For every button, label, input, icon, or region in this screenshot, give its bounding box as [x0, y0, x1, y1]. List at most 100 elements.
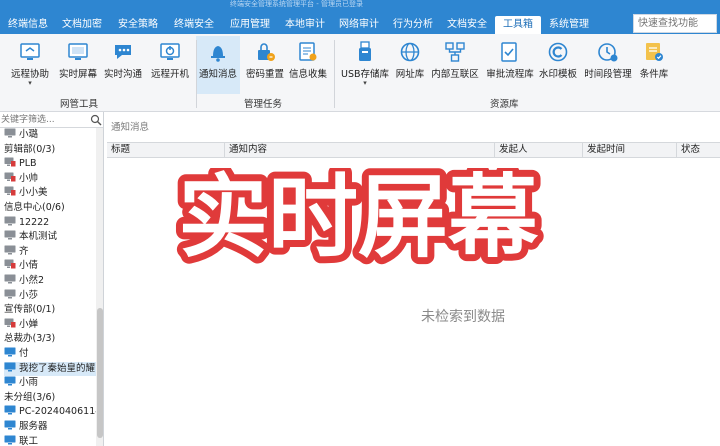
bell-icon	[211, 46, 225, 62]
menu-item[interactable]: 文档加密	[56, 16, 108, 34]
network-icon	[445, 42, 465, 62]
menu-item[interactable]: 系统管理	[544, 16, 594, 34]
top-menu-bar: 终端安全管理系统管理平台 - 管理员已登录 终端信息 文档加密 安全策略 终端安全 应用…	[0, 0, 720, 34]
monitor-online-icon	[4, 347, 16, 357]
menu-item[interactable]: 行为分析	[388, 16, 438, 34]
ribbon-button[interactable]: 水印模板	[536, 36, 580, 94]
ribbon-button[interactable]: 实时沟通	[102, 36, 144, 94]
ribbon-button[interactable]: 审批流程库	[484, 36, 536, 94]
tree-terminal[interactable]: 12222	[4, 216, 100, 231]
menu-item[interactable]: 应用管理	[224, 16, 276, 34]
ribbon-button-label: 条件库	[639, 69, 669, 80]
monitor-offline-icon	[4, 230, 16, 240]
notification-panel: 通知消息 标题 通知内容 发起人 发起时间 状态 未检索到数据	[105, 112, 720, 446]
tree-label: 小婵	[19, 318, 39, 330]
menu-item[interactable]: 文档安全	[442, 16, 492, 34]
chevron-down-icon[interactable]: ▾	[6, 80, 54, 87]
monitor-locked-icon	[4, 186, 16, 196]
monitor-online-icon	[4, 420, 16, 430]
tree-label: 小莎	[19, 289, 39, 301]
menu-item[interactable]: 终端信息	[2, 16, 54, 34]
ribbon-button[interactable]: USB存储库 ▾	[338, 36, 392, 94]
group-label-resource-lib: 资源库	[490, 99, 519, 110]
tree-terminal[interactable]: 小雨	[4, 376, 100, 391]
tree-terminal[interactable]: 我挖了秦始皇的耀	[4, 361, 100, 377]
tree-label: 服务器	[19, 421, 48, 432]
monitor-offline-icon	[4, 216, 16, 226]
column-header-title[interactable]: 标题	[107, 143, 225, 157]
window-title: 终端安全管理系统管理平台 - 管理员已登录	[230, 0, 363, 8]
password-reset-icon	[258, 43, 275, 61]
tree-terminal[interactable]: 小倩	[4, 259, 100, 274]
ribbon-button[interactable]: 时间段管理	[583, 36, 633, 94]
tree-terminal[interactable]: PLB	[4, 157, 100, 172]
page-title: 通知消息	[111, 122, 150, 133]
tree-terminal[interactable]: 小婵	[4, 318, 100, 333]
tree-label: 信息中心(0/6)	[4, 202, 65, 213]
tree-terminal[interactable]: 付	[4, 347, 100, 362]
tree-label: 小璐	[19, 129, 39, 140]
tree-terminal[interactable]: 小然2	[4, 274, 100, 289]
column-header-sender[interactable]: 发起人	[495, 143, 583, 157]
tree-terminal[interactable]: 服务器	[4, 420, 100, 435]
ribbon-button-label: 内部互联区	[431, 69, 479, 80]
ribbon-button[interactable]: 网址库	[392, 36, 428, 94]
tree-group[interactable]: 信息中心(0/6)	[4, 201, 100, 216]
menu-item[interactable]: 工具箱	[495, 16, 541, 34]
menu-item[interactable]: 本地审计	[280, 16, 330, 34]
ribbon-button-label: 信息收集	[288, 69, 327, 80]
ribbon-button-label: 网址库	[395, 69, 425, 80]
globe-icon	[400, 42, 420, 62]
tree-label: 总裁办(3/3)	[4, 333, 56, 345]
tree-group[interactable]: 未分组(3/6)	[4, 391, 100, 406]
watermark-icon	[548, 42, 568, 62]
remote-assist-icon	[20, 43, 40, 60]
ribbon-button[interactable]: 内部互联区	[428, 36, 482, 94]
scrollbar-thumb[interactable]	[97, 308, 103, 438]
monitor-locked-icon	[4, 259, 16, 269]
column-header-status[interactable]: 状态	[677, 143, 720, 157]
monitor-locked-icon	[4, 157, 16, 167]
menu-item[interactable]: 终端安全	[168, 16, 220, 34]
chevron-down-icon[interactable]: ▾	[338, 80, 392, 87]
ribbon-button[interactable]: 远程协助 ▾	[6, 36, 54, 94]
tree-scrollbar[interactable]	[96, 128, 103, 446]
overlay-caption-text: 实时屏幕	[178, 168, 539, 268]
quick-search-input[interactable]	[633, 14, 717, 33]
tree-terminal[interactable]: 本机测试	[4, 230, 100, 245]
ribbon-button[interactable]: 通知消息	[196, 36, 240, 94]
tree-filter-input[interactable]	[1, 113, 87, 127]
monitor-offline-icon	[4, 245, 16, 255]
menu-item[interactable]: 安全策略	[112, 16, 164, 34]
tree-label: 本机测试	[19, 231, 58, 243]
tree-label: 剪辑部(0/3)	[4, 143, 56, 155]
tree-terminal[interactable]: 小璐	[4, 128, 100, 143]
tree-label: 小小美	[19, 187, 48, 199]
tree-terminal[interactable]: 联工	[4, 435, 100, 446]
ribbon-button[interactable]: 条件库	[634, 36, 674, 94]
tree-terminal[interactable]: 小帅	[4, 172, 100, 187]
search-icon[interactable]	[90, 114, 102, 126]
info-collect-icon	[299, 42, 317, 61]
ribbon-button[interactable]: 实时屏幕	[54, 36, 102, 94]
usb-icon	[359, 41, 371, 61]
ribbon-button[interactable]: 密码重置	[243, 36, 287, 94]
tree-label: 付	[19, 348, 29, 359]
group-label-manage-tasks: 管理任务	[244, 99, 283, 110]
tree-terminal[interactable]: 小莎	[4, 289, 100, 304]
tree-terminal[interactable]: 小小美	[4, 186, 100, 201]
tree-terminal[interactable]: PC-20240406114	[4, 405, 100, 420]
toolbox-ribbon: 发远程协助▾实时屏幕实时沟通远程开机通知消息密码重置信息收集USB存储库▾网址库…	[0, 34, 720, 112]
tree-group[interactable]: 宣传部(0/1)	[4, 303, 100, 318]
terminal-tree-panel: 小璐剪辑部(0/3) PLB 小帅小小美信息中心(0/6) 12222 本机测试齐小倩小…	[0, 112, 104, 446]
menu-item[interactable]: 网络审计	[334, 16, 384, 34]
ribbon-button-label: 实时屏幕	[58, 69, 97, 80]
ribbon-button[interactable]: 远程开机	[146, 36, 194, 94]
tree-group[interactable]: 总裁办(3/3)	[4, 332, 100, 347]
monitor-offline-icon	[4, 289, 16, 299]
column-header-content[interactable]: 通知内容	[225, 143, 495, 157]
ribbon-button[interactable]: 信息收集	[286, 36, 330, 94]
tree-group[interactable]: 剪辑部(0/3)	[4, 143, 100, 158]
column-header-time[interactable]: 发起时间	[583, 143, 677, 157]
tree-terminal[interactable]: 齐	[4, 245, 100, 260]
